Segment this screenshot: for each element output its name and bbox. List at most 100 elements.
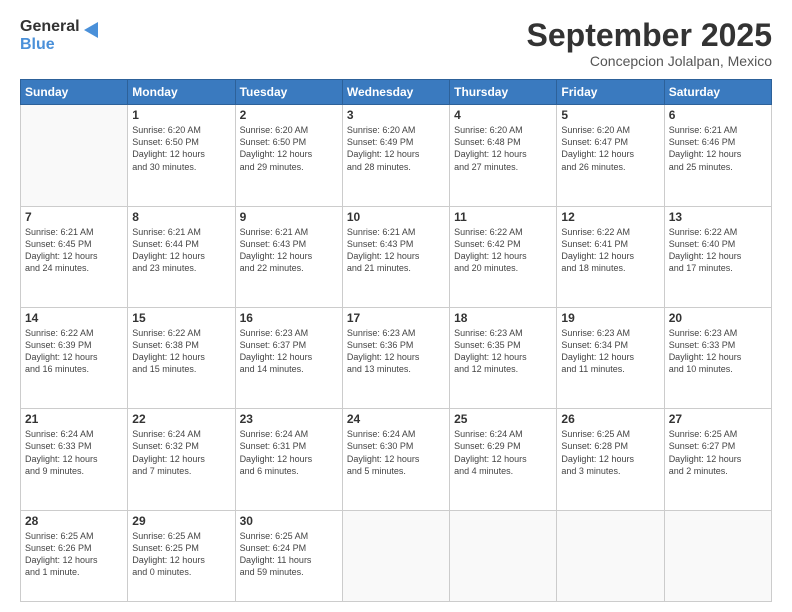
day-number: 24 (347, 412, 445, 426)
calendar-cell (342, 510, 449, 601)
day-number: 2 (240, 108, 338, 122)
day-number: 12 (561, 210, 659, 224)
calendar-week-3: 14 Sunrise: 6:22 AM Sunset: 6:39 PM Dayli… (21, 307, 772, 408)
calendar-cell: 13 Sunrise: 6:22 AM Sunset: 6:40 PM Dayli… (664, 206, 771, 307)
calendar-cell: 16 Sunrise: 6:23 AM Sunset: 6:37 PM Dayli… (235, 307, 342, 408)
day-number: 1 (132, 108, 230, 122)
day-info: Sunrise: 6:21 AM Sunset: 6:46 PM Dayligh… (669, 124, 767, 173)
day-number: 30 (240, 514, 338, 528)
day-info: Sunrise: 6:23 AM Sunset: 6:37 PM Dayligh… (240, 327, 338, 376)
day-info: Sunrise: 6:22 AM Sunset: 6:39 PM Dayligh… (25, 327, 123, 376)
calendar-cell: 24 Sunrise: 6:24 AM Sunset: 6:30 PM Dayli… (342, 409, 449, 510)
day-number: 16 (240, 311, 338, 325)
day-info: Sunrise: 6:22 AM Sunset: 6:41 PM Dayligh… (561, 226, 659, 275)
day-number: 15 (132, 311, 230, 325)
subtitle: Concepcion Jolalpan, Mexico (527, 53, 772, 69)
calendar-cell (664, 510, 771, 601)
day-info: Sunrise: 6:21 AM Sunset: 6:43 PM Dayligh… (240, 226, 338, 275)
calendar-cell: 12 Sunrise: 6:22 AM Sunset: 6:41 PM Dayli… (557, 206, 664, 307)
calendar-week-5: 28Sunrise: 6:25 AM Sunset: 6:26 PM Dayli… (21, 510, 772, 601)
day-number: 21 (25, 412, 123, 426)
day-info: Sunrise: 6:23 AM Sunset: 6:34 PM Dayligh… (561, 327, 659, 376)
day-info: Sunrise: 6:25 AM Sunset: 6:25 PM Dayligh… (132, 530, 230, 579)
calendar-cell (557, 510, 664, 601)
calendar-cell: 21 Sunrise: 6:24 AM Sunset: 6:33 PM Dayli… (21, 409, 128, 510)
day-number: 27 (669, 412, 767, 426)
day-info: Sunrise: 6:25 AM Sunset: 6:24 PM Dayligh… (240, 530, 338, 579)
calendar-cell: 27 Sunrise: 6:25 AM Sunset: 6:27 PM Dayli… (664, 409, 771, 510)
calendar-cell: 22 Sunrise: 6:24 AM Sunset: 6:32 PM Dayli… (128, 409, 235, 510)
day-number: 18 (454, 311, 552, 325)
day-info: Sunrise: 6:25 AM Sunset: 6:28 PM Dayligh… (561, 428, 659, 477)
day-number: 3 (347, 108, 445, 122)
day-info: Sunrise: 6:20 AM Sunset: 6:48 PM Dayligh… (454, 124, 552, 173)
calendar-cell: 23Sunrise: 6:24 AM Sunset: 6:31 PM Dayli… (235, 409, 342, 510)
day-info: Sunrise: 6:21 AM Sunset: 6:44 PM Dayligh… (132, 226, 230, 275)
calendar-table: SundayMondayTuesdayWednesdayThursdayFrid… (20, 79, 772, 602)
day-info: Sunrise: 6:20 AM Sunset: 6:50 PM Dayligh… (132, 124, 230, 173)
day-number: 10 (347, 210, 445, 224)
day-number: 13 (669, 210, 767, 224)
weekday-header-friday: Friday (557, 80, 664, 105)
day-info: Sunrise: 6:20 AM Sunset: 6:47 PM Dayligh… (561, 124, 659, 173)
day-number: 11 (454, 210, 552, 224)
day-number: 19 (561, 311, 659, 325)
weekday-header-wednesday: Wednesday (342, 80, 449, 105)
calendar-cell (21, 105, 128, 206)
calendar-cell: 29 Sunrise: 6:25 AM Sunset: 6:25 PM Dayli… (128, 510, 235, 601)
day-number: 26 (561, 412, 659, 426)
calendar-cell: 5Sunrise: 6:20 AM Sunset: 6:47 PM Daylig… (557, 105, 664, 206)
day-number: 14 (25, 311, 123, 325)
calendar-cell: 30 Sunrise: 6:25 AM Sunset: 6:24 PM Dayli… (235, 510, 342, 601)
day-number: 29 (132, 514, 230, 528)
day-info: Sunrise: 6:22 AM Sunset: 6:40 PM Dayligh… (669, 226, 767, 275)
day-number: 23 (240, 412, 338, 426)
calendar-cell: 1 Sunrise: 6:20 AM Sunset: 6:50 PM Daylig… (128, 105, 235, 206)
day-info: Sunrise: 6:24 AM Sunset: 6:32 PM Dayligh… (132, 428, 230, 477)
calendar-cell: 18 Sunrise: 6:23 AM Sunset: 6:35 PM Dayli… (450, 307, 557, 408)
day-info: Sunrise: 6:22 AM Sunset: 6:42 PM Dayligh… (454, 226, 552, 275)
calendar-cell: 26 Sunrise: 6:25 AM Sunset: 6:28 PM Dayli… (557, 409, 664, 510)
calendar-cell: 14 Sunrise: 6:22 AM Sunset: 6:39 PM Dayli… (21, 307, 128, 408)
day-number: 6 (669, 108, 767, 122)
calendar-cell: 28Sunrise: 6:25 AM Sunset: 6:26 PM Dayli… (21, 510, 128, 601)
logo-icon (82, 20, 100, 42)
day-info: Sunrise: 6:25 AM Sunset: 6:27 PM Dayligh… (669, 428, 767, 477)
day-number: 4 (454, 108, 552, 122)
day-info: Sunrise: 6:23 AM Sunset: 6:33 PM Dayligh… (669, 327, 767, 376)
day-info: Sunrise: 6:23 AM Sunset: 6:35 PM Dayligh… (454, 327, 552, 376)
day-info: Sunrise: 6:23 AM Sunset: 6:36 PM Dayligh… (347, 327, 445, 376)
day-info: Sunrise: 6:25 AM Sunset: 6:26 PM Dayligh… (25, 530, 123, 579)
calendar-week-1: 1 Sunrise: 6:20 AM Sunset: 6:50 PM Daylig… (21, 105, 772, 206)
day-info: Sunrise: 6:24 AM Sunset: 6:30 PM Dayligh… (347, 428, 445, 477)
day-info: Sunrise: 6:22 AM Sunset: 6:38 PM Dayligh… (132, 327, 230, 376)
calendar-cell: 2 Sunrise: 6:20 AM Sunset: 6:50 PM Daylig… (235, 105, 342, 206)
day-info: Sunrise: 6:20 AM Sunset: 6:50 PM Dayligh… (240, 124, 338, 173)
weekday-header-sunday: Sunday (21, 80, 128, 105)
weekday-header-thursday: Thursday (450, 80, 557, 105)
title-block: September 2025 Concepcion Jolalpan, Mexi… (527, 18, 772, 69)
day-number: 7 (25, 210, 123, 224)
calendar-week-2: 7 Sunrise: 6:21 AM Sunset: 6:45 PM Daylig… (21, 206, 772, 307)
day-number: 22 (132, 412, 230, 426)
day-info: Sunrise: 6:21 AM Sunset: 6:45 PM Dayligh… (25, 226, 123, 275)
day-number: 8 (132, 210, 230, 224)
page-header: General Blue September 2025 Concepcion J… (20, 18, 772, 69)
calendar-cell: 7 Sunrise: 6:21 AM Sunset: 6:45 PM Daylig… (21, 206, 128, 307)
calendar-cell: 17Sunrise: 6:23 AM Sunset: 6:36 PM Dayli… (342, 307, 449, 408)
day-info: Sunrise: 6:20 AM Sunset: 6:49 PM Dayligh… (347, 124, 445, 173)
calendar-cell: 8 Sunrise: 6:21 AM Sunset: 6:44 PM Daylig… (128, 206, 235, 307)
calendar-cell: 19 Sunrise: 6:23 AM Sunset: 6:34 PM Dayli… (557, 307, 664, 408)
logo-general: General (20, 18, 80, 36)
calendar-cell: 15 Sunrise: 6:22 AM Sunset: 6:38 PM Dayli… (128, 307, 235, 408)
calendar-week-4: 21 Sunrise: 6:24 AM Sunset: 6:33 PM Dayli… (21, 409, 772, 510)
logo: General Blue (20, 18, 100, 53)
weekday-header-saturday: Saturday (664, 80, 771, 105)
weekday-header-row: SundayMondayTuesdayWednesdayThursdayFrid… (21, 80, 772, 105)
day-number: 25 (454, 412, 552, 426)
calendar-cell: 25Sunrise: 6:24 AM Sunset: 6:29 PM Dayli… (450, 409, 557, 510)
day-info: Sunrise: 6:24 AM Sunset: 6:33 PM Dayligh… (25, 428, 123, 477)
calendar-cell (450, 510, 557, 601)
weekday-header-monday: Monday (128, 80, 235, 105)
day-number: 9 (240, 210, 338, 224)
